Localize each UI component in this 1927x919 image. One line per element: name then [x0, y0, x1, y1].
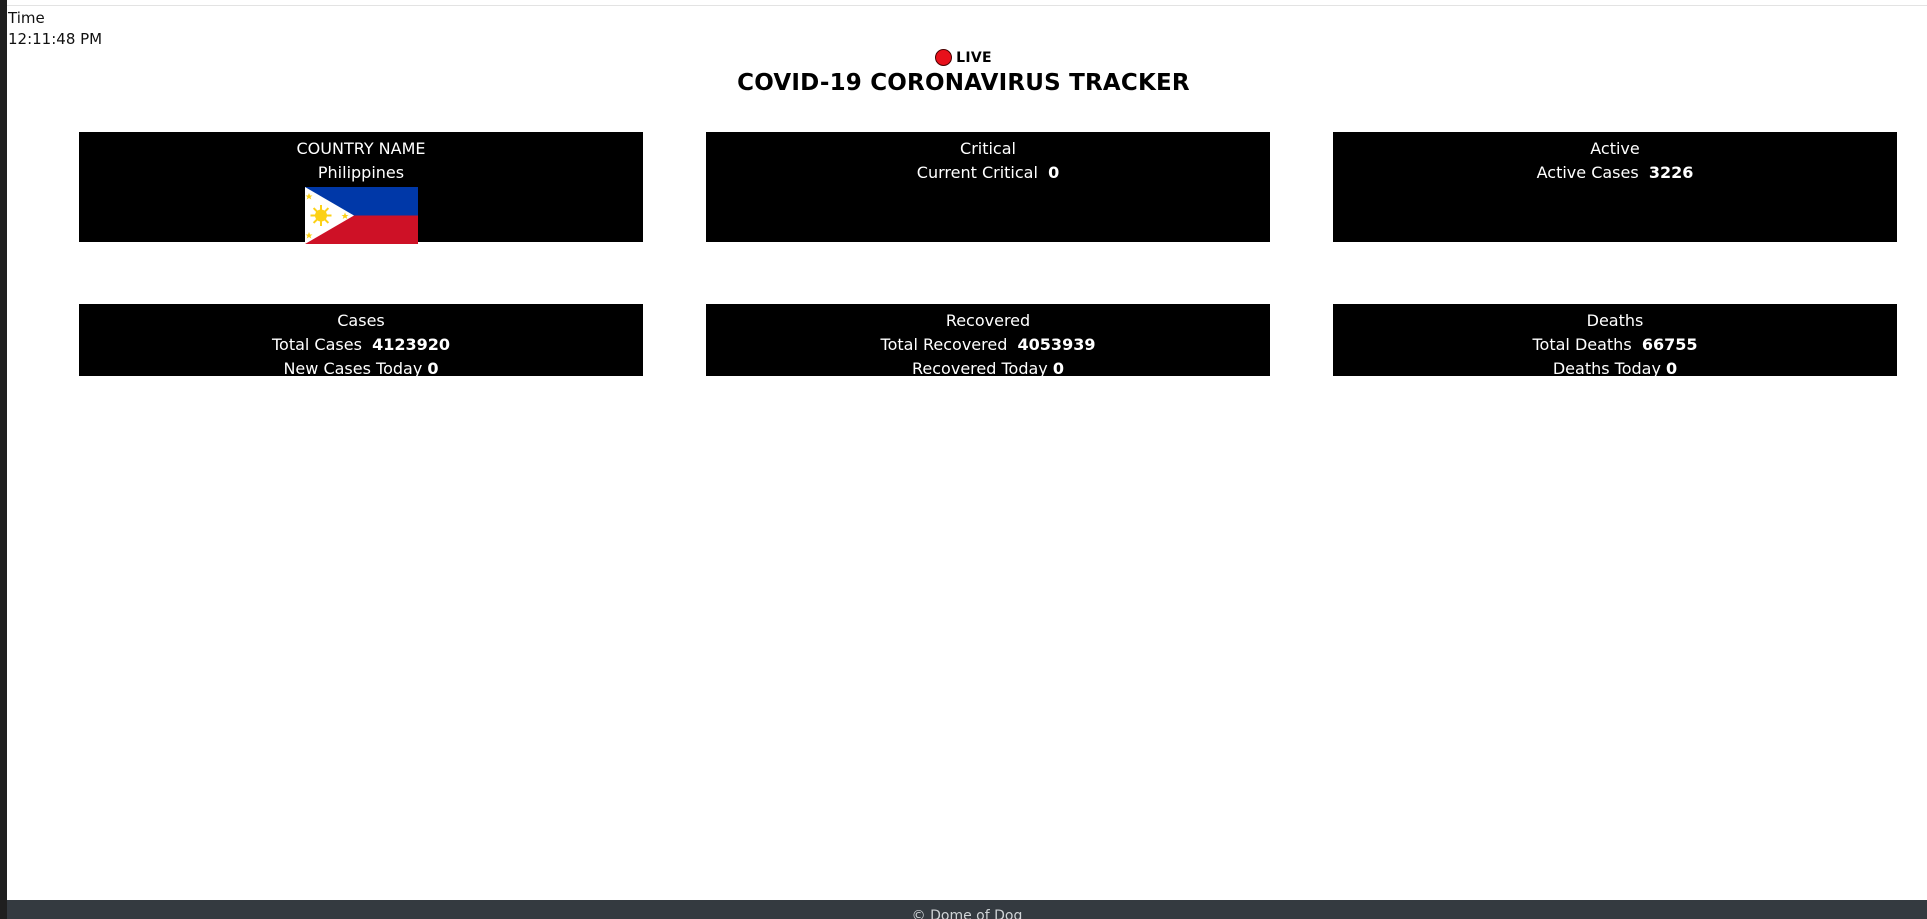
deaths-today-value: 0 — [1666, 359, 1678, 378]
deaths-today-line: Deaths Today 0 — [1333, 357, 1897, 381]
cases-today-line: New Cases Today 0 — [79, 357, 643, 381]
deaths-today-label: Deaths Today — [1552, 359, 1661, 378]
top-divider — [7, 5, 1927, 6]
footer: © Dome of Dog — [7, 900, 1927, 919]
country-card: COUNTRY NAME Philippines — [79, 132, 643, 244]
total-deaths-label: Total Deaths — [1532, 335, 1632, 354]
critical-card: Critical Current Critical 0 — [706, 132, 1270, 242]
clock: Time 12:11:48 PM — [8, 8, 102, 50]
philippines-flag-icon — [304, 187, 418, 244]
recovered-total-line: Total Recovered 4053939 — [706, 333, 1270, 357]
total-recovered-label: Total Recovered — [880, 335, 1008, 354]
active-card-line: Active Cases 3226 — [1333, 161, 1897, 185]
active-label: Active Cases — [1536, 163, 1639, 182]
recovered-today-line: Recovered Today 0 — [706, 357, 1270, 381]
footer-text: © Dome of Dog — [911, 908, 1023, 919]
critical-card-heading: Critical — [960, 139, 1016, 158]
country-card-heading: COUNTRY NAME — [296, 139, 426, 158]
deaths-total-line: Total Deaths 66755 — [1333, 333, 1897, 357]
recovered-card-heading: Recovered — [945, 311, 1031, 330]
live-label: LIVE — [956, 49, 992, 66]
recovered-today-label: Recovered Today — [912, 359, 1048, 378]
active-value: 3226 — [1648, 163, 1694, 182]
page-title: COVID-19 CORONAVIRUS TRACKER — [737, 70, 1190, 96]
live-dot-icon — [935, 49, 953, 66]
critical-card-line: Current Critical 0 — [706, 161, 1270, 185]
cases-card-heading: Cases — [337, 311, 385, 330]
time-value: 12:11:48 PM — [8, 30, 103, 48]
live-indicator: LIVE — [0, 49, 1927, 66]
recovered-card: Recovered Total Recovered 4053939 Recove… — [706, 304, 1270, 378]
deaths-card: Deaths Total Deaths 66755 Deaths Today 0 — [1333, 304, 1897, 378]
total-recovered-value: 4053939 — [1017, 335, 1096, 354]
window-left-edge — [0, 0, 7, 919]
total-cases-label: Total Cases — [271, 335, 362, 354]
active-card: Active Active Cases 3226 — [1333, 132, 1897, 242]
country-name: Philippines — [317, 163, 405, 182]
new-cases-today-label: New Cases Today — [283, 359, 423, 378]
cases-card: Cases Total Cases 4123920 New Cases Toda… — [79, 304, 643, 378]
cases-total-line: Total Cases 4123920 — [79, 333, 643, 357]
total-cases-value: 4123920 — [372, 335, 451, 354]
deaths-card-heading: Deaths — [1586, 311, 1644, 330]
time-label: Time — [8, 9, 45, 27]
critical-value: 0 — [1048, 163, 1060, 182]
total-deaths-value: 66755 — [1641, 335, 1698, 354]
active-card-heading: Active — [1590, 139, 1640, 158]
new-cases-today-value: 0 — [427, 359, 439, 378]
recovered-today-value: 0 — [1052, 359, 1064, 378]
critical-label: Current Critical — [916, 163, 1038, 182]
